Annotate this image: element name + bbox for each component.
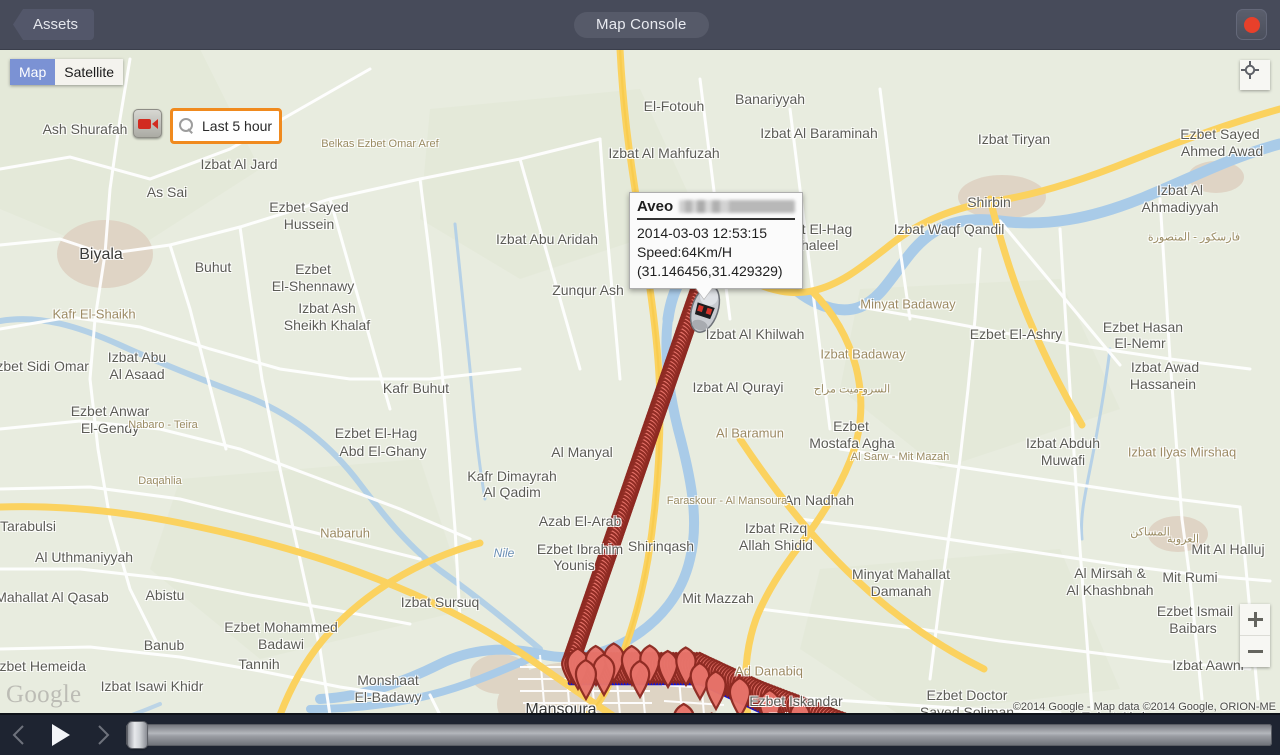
page-title: Map Console xyxy=(574,12,709,38)
next-button[interactable] xyxy=(84,724,122,746)
zoom-out-button[interactable] xyxy=(1240,636,1270,667)
video-camera-icon xyxy=(137,118,151,129)
assets-button[interactable]: Assets xyxy=(13,9,95,40)
vehicle-info-window[interactable]: Aveo 2014-03-03 12:53:15 Speed:64Km/H (3… xyxy=(629,192,803,299)
info-speed: Speed:64Km/H xyxy=(637,244,732,260)
search-icon xyxy=(179,118,195,134)
google-watermark: Google xyxy=(6,681,82,708)
playback-bar xyxy=(0,713,1280,755)
info-divider xyxy=(637,218,795,220)
chevron-right-icon xyxy=(98,725,110,745)
info-coordinates: (31.146456,31.429329) xyxy=(637,263,783,279)
info-timestamp: 2014-03-03 12:53:15 xyxy=(637,225,767,241)
vehicle-plate-redacted xyxy=(679,200,795,213)
info-window-tail xyxy=(696,288,712,299)
timeline-slider-handle[interactable] xyxy=(128,722,147,748)
video-camera-button[interactable] xyxy=(133,109,162,138)
my-location-icon xyxy=(1241,61,1259,79)
my-location-button[interactable] xyxy=(1240,60,1270,90)
timeline-slider[interactable] xyxy=(126,722,1272,748)
record-circle-icon xyxy=(1243,16,1260,33)
zoom-controls[interactable] xyxy=(1240,604,1270,667)
video-camera-lens-icon xyxy=(151,118,158,129)
previous-button[interactable] xyxy=(0,724,38,746)
map-attribution: ©2014 Google - Map data ©2014 Google, OR… xyxy=(1012,701,1276,713)
time-filter-box[interactable] xyxy=(170,108,284,144)
search-input[interactable] xyxy=(200,117,284,135)
zoom-in-button[interactable] xyxy=(1240,604,1270,636)
page-title-label: Map Console xyxy=(596,16,687,33)
record-button[interactable] xyxy=(1236,9,1267,40)
play-icon xyxy=(52,724,70,746)
map-type-map[interactable]: Map xyxy=(10,59,56,85)
play-button[interactable] xyxy=(38,722,84,748)
top-bar: Assets Map Console xyxy=(0,0,1280,50)
map-type-toggle[interactable]: Map Satellite xyxy=(10,59,124,85)
map-canvas[interactable]: Ash Shurafah Izbat Al Jard As Sai Biyala Kaf… xyxy=(0,49,1280,715)
chevron-left-icon xyxy=(12,725,24,745)
map-tiles xyxy=(0,49,1280,715)
map-console-app: Assets Map Console Ash Shurafah Izbat Al… xyxy=(0,0,1280,755)
vehicle-name: Aveo xyxy=(637,198,674,215)
assets-button-label: Assets xyxy=(33,16,79,33)
map-type-satellite[interactable]: Satellite xyxy=(55,59,124,85)
